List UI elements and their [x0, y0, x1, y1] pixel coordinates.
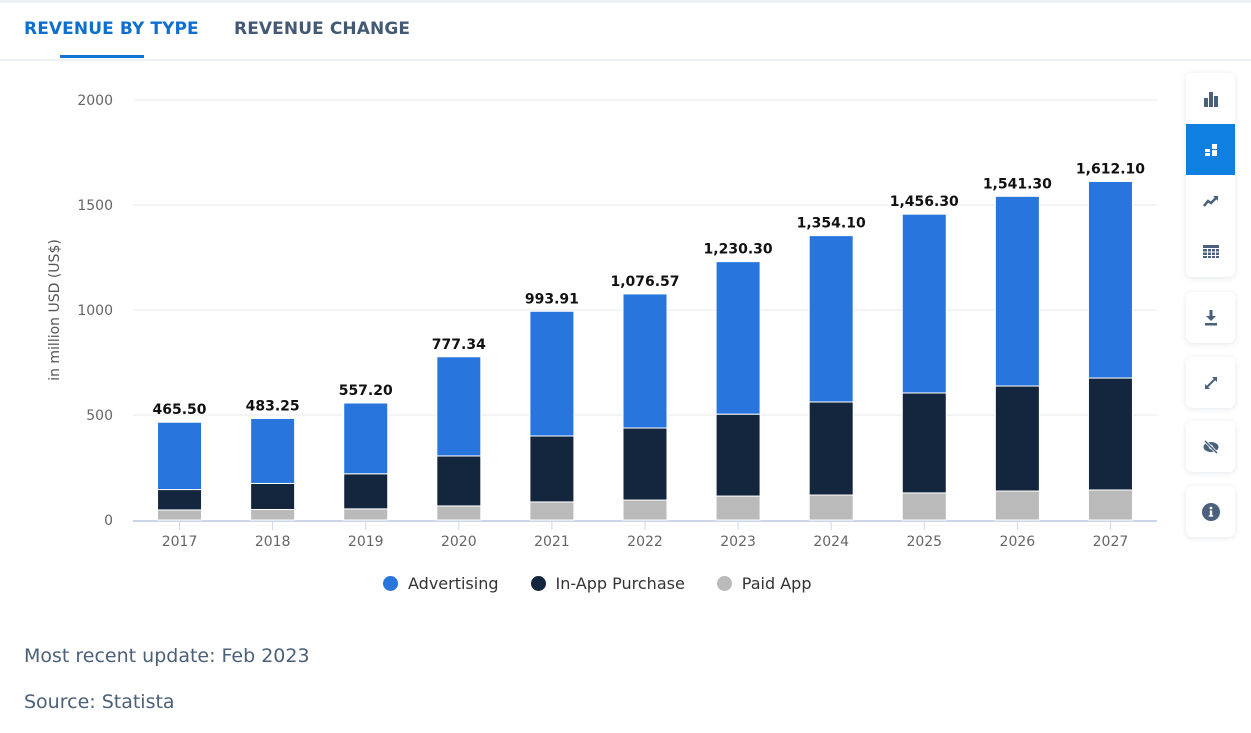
- legend-dot-paid-app: [717, 576, 732, 591]
- bar-segment-in-app-purchase[interactable]: [809, 402, 853, 495]
- fullscreen-group: [1186, 357, 1235, 408]
- x-tick-label: 2018: [255, 534, 291, 550]
- bar-segment-in-app-purchase[interactable]: [1088, 378, 1132, 490]
- bar-segment-in-app-purchase[interactable]: [158, 490, 202, 510]
- tab-revenue-by-type[interactable]: REVENUE BY TYPE: [24, 19, 199, 39]
- bar-segment-advertising[interactable]: [158, 422, 202, 489]
- bar-segment-paid-app[interactable]: [1088, 490, 1132, 520]
- data-label-total: 1,456.30: [890, 194, 959, 210]
- y-tick-label: 2000: [77, 93, 113, 109]
- table-button[interactable]: [1186, 226, 1235, 277]
- y-tick-label: 1000: [77, 303, 113, 319]
- x-tick-label: 2020: [441, 534, 477, 550]
- bar-chart-button[interactable]: [1186, 73, 1235, 124]
- y-axis-label: in million USD (US$): [47, 239, 63, 381]
- tab-bar: REVENUE BY TYPE REVENUE CHANGE: [0, 3, 1251, 61]
- x-tick-label: 2019: [348, 534, 384, 550]
- data-label-total: 465.50: [153, 402, 207, 418]
- data-label-total: 1,541.30: [983, 176, 1052, 192]
- stacked-bar-chart-button[interactable]: [1186, 124, 1235, 175]
- info-button[interactable]: [1186, 486, 1235, 537]
- data-label-total: 1,230.30: [704, 242, 773, 258]
- bar-segment-advertising[interactable]: [344, 403, 388, 474]
- fullscreen-icon: [1204, 376, 1218, 390]
- bar-segment-in-app-purchase[interactable]: [437, 456, 481, 506]
- legend-label-paid-app: Paid App: [742, 574, 812, 593]
- bar-segment-advertising[interactable]: [1088, 181, 1132, 378]
- legend-label-in-app-purchase: In-App Purchase: [556, 574, 685, 593]
- bar-segment-in-app-purchase[interactable]: [902, 393, 946, 493]
- bar-segment-in-app-purchase[interactable]: [995, 386, 1039, 491]
- fullscreen-button[interactable]: [1186, 357, 1235, 408]
- bar-segment-paid-app[interactable]: [995, 491, 1039, 520]
- chart-type-toolbar: [1186, 73, 1235, 277]
- bar-segment-in-app-purchase[interactable]: [251, 483, 295, 509]
- bar-segment-in-app-purchase[interactable]: [530, 436, 574, 502]
- x-tick-label: 2017: [162, 534, 198, 550]
- legend-dot-advertising: [383, 576, 398, 591]
- legend-item-in-app-purchase[interactable]: In-App Purchase: [531, 574, 685, 593]
- download-icon: [1204, 310, 1218, 326]
- line-chart-icon: [1203, 195, 1219, 207]
- download-button[interactable]: [1186, 292, 1235, 343]
- y-tick-label: 1500: [77, 198, 113, 214]
- y-tick-label: 500: [86, 408, 113, 424]
- bar-segment-advertising[interactable]: [809, 236, 853, 402]
- legend-item-advertising[interactable]: Advertising: [383, 574, 499, 593]
- data-label-total: 1,076.57: [610, 274, 679, 290]
- bar-segment-paid-app[interactable]: [530, 502, 574, 520]
- data-label-total: 993.91: [525, 291, 579, 307]
- last-update-text: Most recent update: Feb 2023: [24, 645, 310, 667]
- active-tab-indicator: [60, 55, 144, 58]
- data-label-total: 1,612.10: [1076, 161, 1145, 177]
- bar-segment-paid-app[interactable]: [437, 506, 481, 520]
- bar-segment-advertising[interactable]: [530, 311, 574, 436]
- info-group: [1186, 486, 1235, 537]
- bar-segment-advertising[interactable]: [716, 262, 760, 415]
- tab-revenue-change[interactable]: REVENUE CHANGE: [234, 19, 410, 39]
- x-tick-label: 2022: [627, 534, 663, 550]
- hide-group: [1186, 421, 1235, 472]
- x-tick-label: 2027: [1093, 534, 1129, 550]
- x-tick-label: 2023: [720, 534, 756, 550]
- bar-segment-paid-app[interactable]: [251, 510, 295, 521]
- stacked-bar-chart: 0 500 1000 1500 2000 in million USD (US$) 2017…: [0, 60, 1180, 560]
- download-group: [1186, 292, 1235, 343]
- bar-segment-advertising[interactable]: [995, 196, 1039, 386]
- hide-icon: [1203, 440, 1219, 454]
- bar-segment-paid-app[interactable]: [623, 500, 667, 520]
- data-label-total: 1,354.10: [797, 216, 866, 232]
- bar-segment-advertising[interactable]: [623, 294, 667, 428]
- x-tick-label: 2021: [534, 534, 570, 550]
- chart-legend: Advertising In-App Purchase Paid App: [383, 574, 843, 593]
- bar-segment-advertising[interactable]: [902, 214, 946, 393]
- legend-item-paid-app[interactable]: Paid App: [717, 574, 812, 593]
- bar-segment-in-app-purchase[interactable]: [623, 428, 667, 500]
- x-tick-label: 2025: [906, 534, 942, 550]
- data-label-total: 777.34: [432, 337, 486, 353]
- bar-segment-advertising[interactable]: [251, 419, 295, 484]
- x-tick-label: 2026: [1000, 534, 1036, 550]
- info-icon: [1202, 503, 1220, 521]
- bar-segment-in-app-purchase[interactable]: [344, 474, 388, 509]
- legend-label-advertising: Advertising: [408, 574, 499, 593]
- line-chart-button[interactable]: [1186, 175, 1235, 226]
- x-tick-label: 2024: [813, 534, 849, 550]
- source-text[interactable]: Source: Statista: [24, 691, 175, 713]
- legend-dot-in-app-purchase: [531, 576, 546, 591]
- y-tick-label: 0: [104, 513, 113, 529]
- data-label-total: 483.25: [246, 399, 300, 415]
- bar-segment-paid-app[interactable]: [344, 509, 388, 520]
- bar-segment-paid-app[interactable]: [716, 496, 760, 520]
- table-icon: [1203, 245, 1219, 258]
- bar-chart-icon: [1203, 91, 1219, 107]
- bar-segment-paid-app[interactable]: [809, 495, 853, 520]
- bar-segment-advertising[interactable]: [437, 357, 481, 456]
- bar-segment-paid-app[interactable]: [902, 493, 946, 520]
- data-label-total: 557.20: [339, 383, 393, 399]
- bar-segment-in-app-purchase[interactable]: [716, 414, 760, 496]
- bar-segment-paid-app[interactable]: [158, 510, 202, 520]
- hide-button[interactable]: [1186, 421, 1235, 472]
- stacked-bar-chart-icon: [1204, 143, 1218, 157]
